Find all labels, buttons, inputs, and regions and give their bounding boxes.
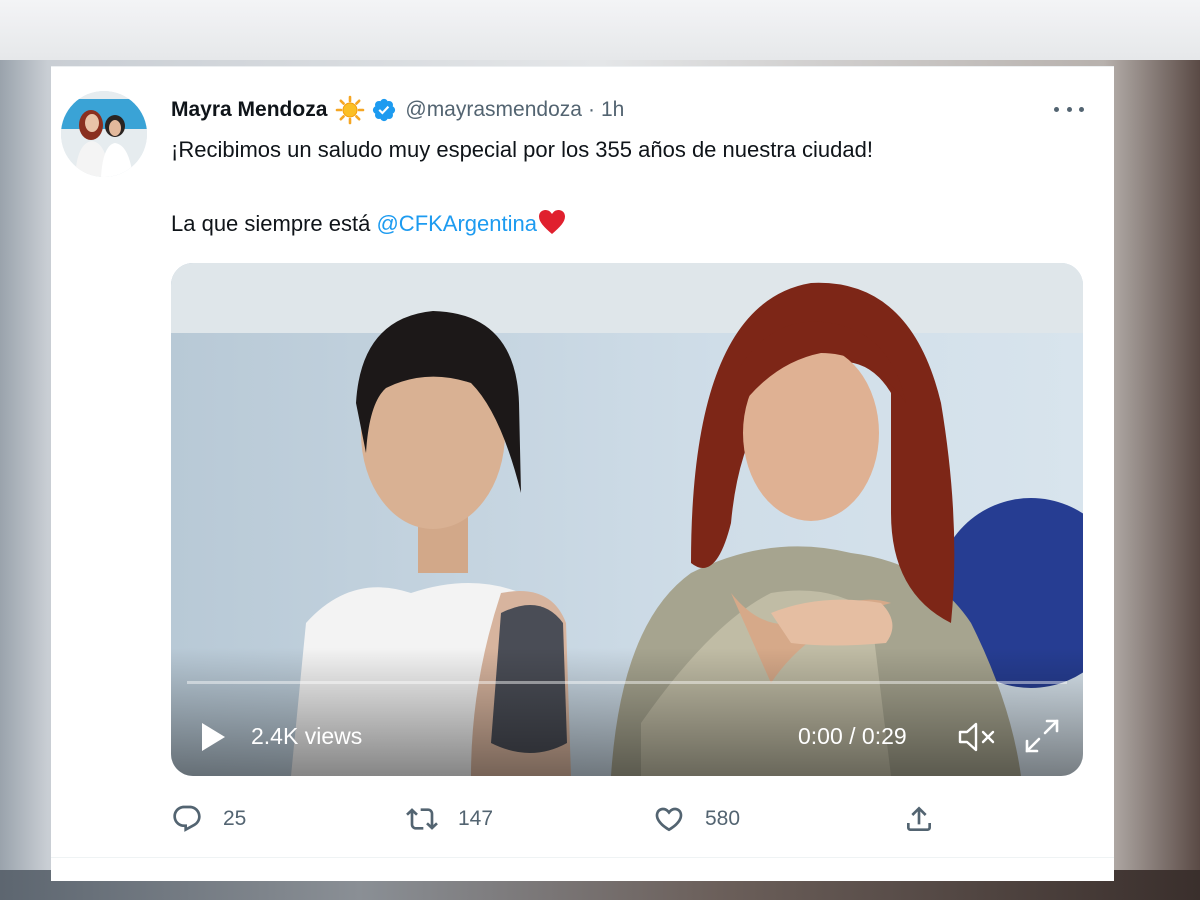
play-icon[interactable] [199,721,227,753]
retweet-icon [406,808,438,830]
like-count: 580 [705,807,741,830]
more-dot [1066,106,1072,112]
more-dot [1054,106,1059,112]
video-player[interactable]: 2.4K views 0:00 / 0:29 [171,263,1083,776]
muted-speaker-icon[interactable] [957,721,997,753]
divider [51,857,1114,858]
fullscreen-icon[interactable] [1023,717,1061,755]
more-dot [1079,106,1084,112]
tweet-actions: 25 147 580 [171,801,951,837]
avatar[interactable] [61,91,147,177]
tweet-text-prefix: La que siempre está [171,211,377,236]
tweet-card[interactable]: Mayra Mendoza @mayrasmendoza · 1h ¡Recib… [51,66,1114,881]
author-display-name[interactable]: Mayra Mendoza [171,98,327,122]
background-top [0,0,1200,60]
mention-link[interactable]: @CFKArgentina [376,211,537,236]
video-time: 0:00 / 0:29 [798,723,907,749]
share-icon [907,806,931,831]
retweet-button[interactable]: 147 [406,801,493,837]
reply-icon [173,805,201,832]
avatar-photo [61,91,147,177]
like-heart-icon [655,807,683,832]
tweet-header: Mayra Mendoza @mayrasmendoza · 1h [171,95,624,125]
like-button[interactable]: 580 [653,801,740,837]
more-options-icon[interactable] [1054,97,1084,121]
video-frame [171,263,1083,776]
reply-count: 25 [223,807,247,830]
video-view-count: 2.4K views [251,723,363,749]
video-progress-bar[interactable] [187,681,1067,684]
sun-emoji-icon [336,95,365,125]
reply-button[interactable]: 25 [171,801,246,837]
tweet-text-line-1: ¡Recibimos un saludo muy especial por lo… [171,137,873,162]
header-separator: · [587,98,595,121]
tweet-timestamp[interactable]: 1h [601,98,624,122]
red-heart-emoji-icon [538,210,565,234]
retweet-count: 147 [458,807,494,830]
share-button[interactable] [903,801,935,837]
verified-badge-icon [373,98,396,122]
author-handle[interactable]: @mayrasmendoza [405,98,582,122]
tweet-text-line-2: La que siempre está @CFKArgentina [171,209,566,237]
